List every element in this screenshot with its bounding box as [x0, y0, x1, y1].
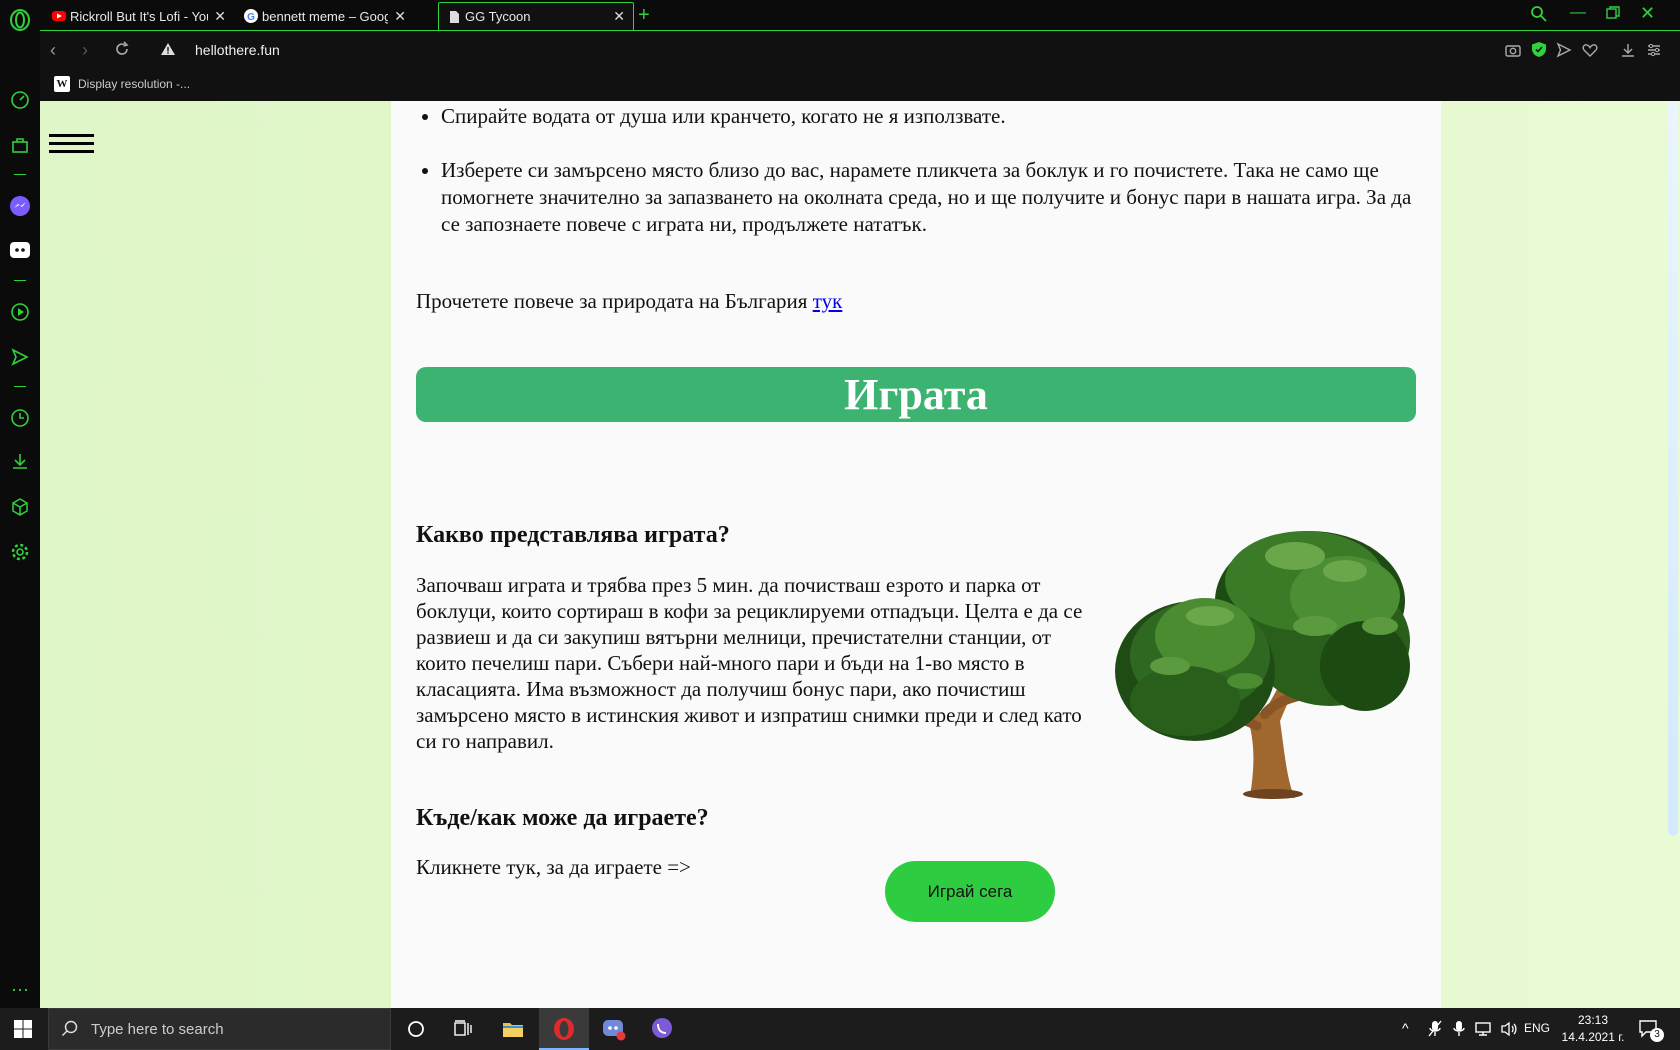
taskbar-opera-active[interactable]: [539, 1008, 589, 1050]
shopping-bag-icon[interactable]: [8, 133, 32, 157]
page-icon: [450, 10, 459, 23]
read-more-paragraph: Прочетете повече за природата на Българи…: [416, 289, 842, 314]
network-icon[interactable]: [1474, 1021, 1492, 1042]
task-view-icon[interactable]: [451, 1016, 477, 1042]
taskbar-search-box[interactable]: Type here to search: [48, 1008, 391, 1050]
player-icon[interactable]: [8, 300, 32, 324]
mic-muted-icon[interactable]: [1428, 1020, 1442, 1043]
clock-date: 14.4.2021 г.: [1561, 1030, 1625, 1044]
opera-logo-icon[interactable]: [8, 8, 32, 32]
new-tab-plus-icon[interactable]: +: [638, 4, 650, 27]
search-tabs-icon[interactable]: [1530, 5, 1548, 28]
svg-text:G: G: [247, 12, 255, 23]
windows-taskbar: Type here to search ^ ENG 23:13 14.4.202…: [0, 1008, 1680, 1050]
url-text[interactable]: hellothere.fun: [195, 42, 280, 58]
scrollbar-thumb[interactable]: [1668, 101, 1678, 836]
tab-title: GG Tycoon: [465, 9, 531, 24]
notifications-icon[interactable]: 3: [1638, 1019, 1664, 1044]
volume-icon[interactable]: [1500, 1021, 1518, 1042]
not-secure-warning-icon[interactable]: [160, 41, 176, 62]
opera-sidebar: ⋯: [0, 0, 40, 1008]
more-options-icon[interactable]: ⋯: [8, 978, 32, 1002]
discord-taskbar-icon[interactable]: [601, 1016, 627, 1042]
game-description: Започваш играта и трябва през 5 мин. да …: [416, 573, 1083, 753]
play-now-button[interactable]: Играй сега: [885, 861, 1055, 922]
tab-title: bennett meme – Google Tr: [262, 8, 389, 24]
reload-icon[interactable]: [114, 41, 130, 62]
wikipedia-icon: W: [54, 76, 70, 92]
scrollbar[interactable]: [1666, 101, 1680, 1008]
tree-image: [1115, 531, 1410, 799]
file-explorer-icon[interactable]: [500, 1016, 526, 1042]
clock-time: 23:13: [1577, 1013, 1609, 1027]
list-item: Спирайте водата от душа или кранчето, ко…: [441, 103, 1416, 130]
search-icon: [61, 1020, 78, 1037]
close-tab-icon[interactable]: ✕: [214, 8, 226, 25]
forward-icon[interactable]: ›: [82, 40, 88, 61]
snapshot-camera-icon[interactable]: [1505, 42, 1521, 63]
opera-icon: [554, 1018, 574, 1040]
close-tab-icon[interactable]: ✕: [613, 8, 625, 25]
section-heading-where: Къде/как може да играете?: [416, 805, 709, 831]
discord-icon[interactable]: [8, 238, 32, 262]
adblock-shield-icon[interactable]: [1531, 41, 1547, 63]
address-bar: ‹ › hellothere.fun: [40, 30, 1680, 70]
tab-bar: Rickroll But It's Lofi - YouTu ✕ G benne…: [40, 0, 1680, 30]
list-item: Изберете си замърсено място близо до вас…: [441, 157, 1416, 238]
tips-list: Спирайте водата от душа или кранчето, ко…: [416, 103, 1416, 238]
back-icon[interactable]: ‹: [50, 40, 56, 61]
youtube-icon: [52, 11, 66, 21]
read-more-text: Прочетете повече за природата на Българи…: [416, 289, 808, 313]
microphone-icon[interactable]: [1452, 1020, 1466, 1043]
search-placeholder: Type here to search: [91, 1020, 224, 1038]
bookmark-item[interactable]: W Display resolution -...: [54, 76, 190, 92]
language-indicator[interactable]: ENG: [1524, 1021, 1550, 1035]
speed-dial-icon[interactable]: [8, 88, 32, 112]
page-viewport: Спирайте водата от душа или кранчето, ко…: [40, 101, 1680, 1008]
tab-google-trends[interactable]: G bennett meme – Google Tr ✕: [236, 2, 414, 30]
downloads-icon[interactable]: [8, 449, 32, 473]
banner-title: Играта: [844, 370, 988, 419]
play-instructions: Кликнете тук, за да играете =>: [416, 855, 691, 879]
clock[interactable]: 23:13 14.4.2021 г.: [1560, 1012, 1626, 1046]
game-banner: Играта: [416, 367, 1416, 422]
send-to-flow-icon[interactable]: [1556, 42, 1572, 63]
close-window-icon[interactable]: ✕: [1640, 3, 1655, 24]
flow-send-icon[interactable]: [8, 345, 32, 369]
tab-youtube[interactable]: Rickroll But It's Lofi - YouTu ✕: [44, 2, 234, 30]
bookmark-heart-icon[interactable]: [1582, 42, 1598, 63]
show-hidden-icons-icon[interactable]: ^: [1402, 1020, 1409, 1036]
messenger-icon[interactable]: [8, 194, 32, 218]
minimize-icon[interactable]: —: [1570, 4, 1586, 22]
tab-title: Rickroll But It's Lofi - YouTu: [70, 8, 208, 24]
tab-gg-tycoon[interactable]: GG Tycoon ✕: [438, 2, 634, 30]
notification-count: 3: [1650, 1028, 1664, 1042]
cortana-icon[interactable]: [403, 1016, 429, 1042]
settings-gear-icon[interactable]: [8, 540, 32, 564]
easy-setup-icon[interactable]: [1646, 42, 1662, 63]
bookmarks-bar: W Display resolution -...: [40, 70, 1680, 101]
close-tab-icon[interactable]: ✕: [394, 8, 406, 25]
read-more-link[interactable]: тук: [813, 289, 843, 313]
restore-icon[interactable]: [1606, 6, 1620, 25]
download-icon[interactable]: [1620, 42, 1636, 63]
viber-icon[interactable]: [649, 1016, 675, 1042]
bookmark-label: Display resolution -...: [78, 77, 191, 91]
main-content: Спирайте водата от душа или кранчето, ко…: [391, 101, 1441, 1008]
extensions-cube-icon[interactable]: [8, 495, 32, 519]
google-icon: G: [244, 9, 258, 23]
history-clock-icon[interactable]: [8, 406, 32, 430]
section-heading-what: Какво представлява играта?: [416, 522, 730, 548]
hamburger-menu-icon[interactable]: [49, 134, 94, 153]
windows-start-icon[interactable]: [10, 1016, 36, 1042]
